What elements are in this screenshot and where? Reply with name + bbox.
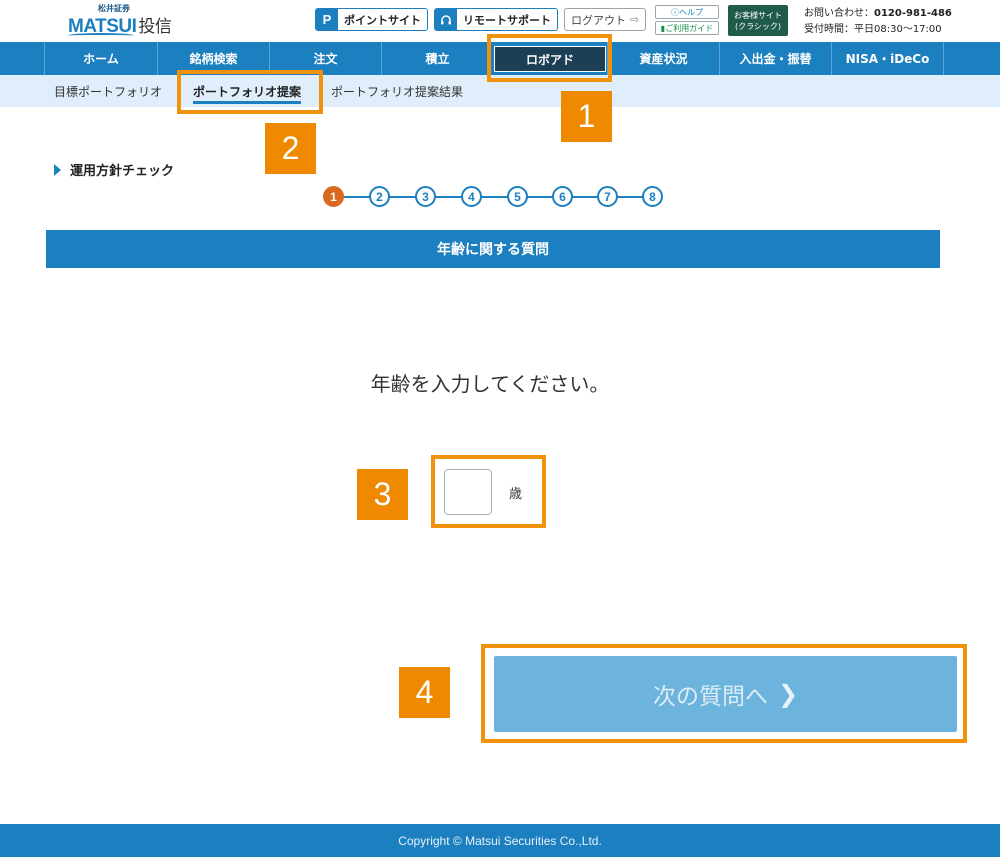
callout-number-3: 3 (357, 469, 408, 520)
callout-number-4: 4 (399, 667, 450, 718)
classic-line1: お客様サイト (734, 10, 782, 20)
question-prompt: 年齢を入力してください。 (370, 372, 610, 396)
subnav-target-portfolio[interactable]: 目標ポートフォリオ (54, 75, 162, 107)
sub-nav: 目標ポートフォリオ ポートフォリオ提案 ポートフォリオ提案結果 (0, 75, 1000, 107)
next-question-button[interactable]: 次の質問へ ❯ (494, 656, 957, 732)
nav-roboad[interactable]: ロボアド (494, 46, 606, 72)
contact-hours: 受付時間：平日08:30～17:00 (804, 24, 942, 35)
subnav-proposal-result[interactable]: ポートフォリオ提案結果 (331, 75, 463, 107)
classic-line2: (クラシック) (734, 21, 782, 31)
headset-icon (435, 9, 457, 30)
section-heading-text: 運用方針チェック (70, 164, 175, 179)
main-nav: ホーム 銘柄検索 注文 積立 ロボアド 資産状況 入出金・振替 NISA・iDe… (0, 42, 1000, 75)
step-indicator: 1 2 3 4 5 6 7 8 (323, 186, 665, 208)
question-title-bar: 年齢に関する質問 (46, 230, 940, 268)
next-question-label: 次の質問へ (652, 684, 768, 710)
step-6: 6 (552, 186, 573, 207)
age-unit-label: 歳 (509, 487, 523, 502)
step-3: 3 (415, 186, 436, 207)
subnav-portfolio-proposal[interactable]: ポートフォリオ提案 (193, 75, 302, 107)
guide-label: ご利用ガイド (665, 23, 714, 33)
nav-nisa-ideco[interactable]: NISA・iDeCo (831, 42, 944, 75)
copyright-text: Copyright © Matsui Securities Co.,Ltd. (398, 833, 602, 848)
logo-kanji: 投信 (138, 17, 172, 36)
nav-deposit-transfer[interactable]: 入出金・振替 (719, 42, 831, 75)
nav-accumulation[interactable]: 積立 (381, 42, 493, 75)
nav-order[interactable]: 注文 (269, 42, 381, 75)
contact-info: お問い合わせ：0120-981-486 受付時間：平日08:30～17:00 (804, 6, 952, 38)
logout-button[interactable]: ログアウト ⇨ (564, 8, 646, 31)
help-button[interactable]: ⓘ ヘルプ (655, 5, 719, 19)
callout-number-1: 1 (561, 91, 612, 142)
logo-wave-icon (68, 33, 134, 38)
step-1: 1 (323, 186, 344, 207)
point-site-label: ポイントサイト (344, 13, 421, 27)
triangle-right-icon (54, 163, 61, 176)
matsui-logo[interactable]: 松井証券 MATSUI 投信 (68, 3, 172, 39)
age-input[interactable] (444, 469, 492, 515)
step-7: 7 (597, 186, 618, 207)
help-label: ヘルプ (679, 7, 703, 17)
point-p-icon: P (316, 9, 338, 30)
remote-support-label: リモートサポート (463, 13, 551, 27)
point-site-button[interactable]: P ポイントサイト (315, 8, 428, 31)
logout-label: ログアウト (571, 13, 626, 27)
user-guide-button[interactable]: ▮ ご利用ガイド (655, 21, 719, 35)
step-4: 4 (461, 186, 482, 207)
step-8: 8 (642, 186, 663, 207)
step-5: 5 (507, 186, 528, 207)
callout-number-2: 2 (265, 123, 316, 174)
help-question-icon: ⓘ (671, 7, 679, 17)
nav-stock-search[interactable]: 銘柄検索 (157, 42, 269, 75)
site-header: 松井証券 MATSUI 投信 P ポイントサイト リモートサポート ログアウト ⇨… (0, 0, 1000, 42)
contact-phone: 0120-981-486 (874, 8, 952, 19)
step-2: 2 (369, 186, 390, 207)
chevron-right-icon: ❯ (777, 680, 799, 708)
section-heading: 運用方針チェック (54, 160, 174, 179)
contact-prefix: お問い合わせ： (804, 8, 874, 19)
site-footer: Copyright © Matsui Securities Co.,Ltd. (0, 824, 1000, 857)
nav-home[interactable]: ホーム (44, 42, 157, 75)
remote-support-button[interactable]: リモートサポート (434, 8, 558, 31)
classic-site-button[interactable]: お客様サイト (クラシック) (728, 5, 788, 36)
logout-arrow-icon: ⇨ (630, 13, 640, 26)
nav-assets[interactable]: 資産状況 (607, 42, 719, 75)
contact-phone-row: お問い合わせ：0120-981-486 (804, 6, 952, 22)
